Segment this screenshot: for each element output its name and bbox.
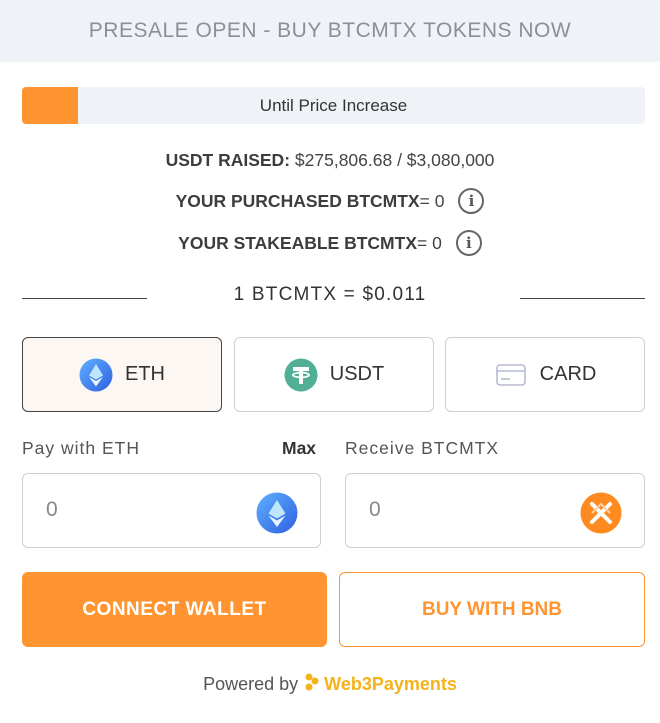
receive-amount-input[interactable]: 0 [345, 473, 645, 548]
purchased-value: = 0 [419, 190, 445, 211]
buy-with-bnb-label: BUY WITH BNB [421, 598, 563, 620]
purchased-stat: YOUR PURCHASED BTCMTX = 0 i [0, 188, 660, 214]
purchased-label: YOUR PURCHASED BTCMTX [175, 190, 420, 211]
btcmtx-icon [580, 492, 622, 534]
presale-header: PRESALE OPEN - BUY BTCMTX TOKENS NOW [0, 0, 660, 62]
stakeable-stat: YOUR STAKEABLE BTCMTX = 0 i [0, 230, 660, 256]
usdt-raised-value: $275,806.68 / $3,080,000 [294, 150, 495, 170]
web3payments-brand: Web3Payments [324, 674, 457, 694]
web3payments-link[interactable]: Web3Payments [304, 672, 457, 697]
tab-eth[interactable]: ETH [22, 337, 222, 412]
usdt-raised-stat: USDT RAISED: $275,806.68 / $3,080,000 [0, 150, 660, 171]
connect-wallet-label: CONNECT WALLET [82, 598, 267, 620]
tab-card-label: CARD [539, 363, 597, 385]
receive-label: Receive BTCMTX [345, 438, 500, 458]
receive-amount-value: 0 [369, 498, 381, 521]
tether-icon [284, 358, 318, 392]
tab-eth-label: ETH [125, 363, 165, 385]
price-progress-bar: Until Price Increase [22, 87, 645, 124]
stakeable-value: = 0 [417, 232, 442, 253]
rate-divider-right [520, 298, 645, 299]
usdt-raised-label: USDT RAISED: [165, 150, 291, 170]
presale-title: PRESALE OPEN - BUY BTCMTX TOKENS NOW [88, 19, 572, 42]
buy-with-bnb-button[interactable]: BUY WITH BNB [339, 572, 645, 647]
exchange-rate: 1 BTCMTX = $0.011 [233, 284, 427, 305]
ethereum-icon [79, 358, 113, 392]
info-icon[interactable]: i [455, 230, 482, 256]
stakeable-label: YOUR STAKEABLE BTCMTX [178, 232, 417, 253]
max-button[interactable]: Max [282, 438, 316, 459]
tab-card[interactable]: CARD [445, 337, 645, 412]
powered-by-label: Powered by [203, 674, 299, 694]
pay-amount-input[interactable]: 0 [22, 473, 321, 548]
web3payments-logo-icon [304, 672, 320, 697]
ethereum-icon [256, 492, 298, 534]
progress-label: Until Price Increase [259, 95, 408, 115]
connect-wallet-button[interactable]: CONNECT WALLET [22, 572, 327, 647]
pay-amount-value: 0 [46, 498, 58, 521]
tab-usdt[interactable]: USDT [234, 337, 434, 412]
tab-usdt-label: USDT [329, 363, 385, 385]
powered-by-footer: Powered by Web3Payments [0, 672, 660, 697]
credit-card-icon [494, 358, 528, 392]
pay-label: Pay with ETH [22, 438, 140, 458]
info-icon[interactable]: i [458, 188, 485, 214]
